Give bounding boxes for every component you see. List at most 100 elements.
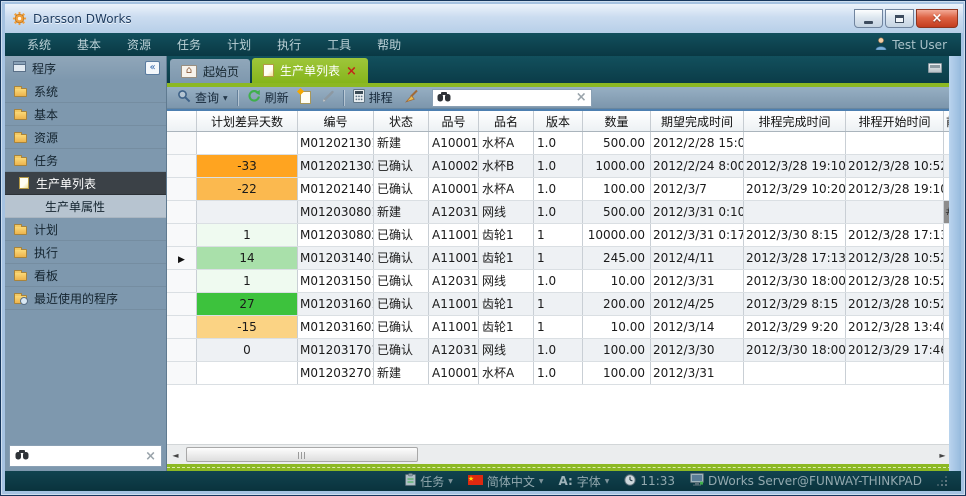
table-row[interactable]: M012021301 新建 A10001 水杯A 1.0 500.00 2012… xyxy=(167,132,951,155)
cell-order-no: M012031701 xyxy=(298,339,374,361)
cell-status: 新建 xyxy=(374,132,429,154)
sidebar-collapse-button[interactable] xyxy=(145,61,160,75)
table-row[interactable]: 1 M012030802 已确认 A11001 齿轮1 1 10000.00 2… xyxy=(167,224,951,247)
cell-quantity: 1000.00 xyxy=(583,155,651,177)
cell-sched-start: 2012/3/28 10:52 xyxy=(846,270,944,292)
tab-close-icon[interactable] xyxy=(346,64,357,78)
minimize-button[interactable] xyxy=(854,9,883,28)
toolbar-separator xyxy=(343,90,344,106)
tab[interactable]: 起始页 xyxy=(170,59,250,83)
cell-due-time: 2012/3/31 xyxy=(651,270,744,292)
font-letter-icon: A: xyxy=(558,474,572,488)
clear-search-icon[interactable] xyxy=(145,450,156,463)
tab-strip: 起始页 生产单列表 xyxy=(167,56,951,83)
column-header[interactable]: 计划差异天数 xyxy=(197,111,298,131)
cell-status: 已确认 xyxy=(374,293,429,315)
cell-status: 已确认 xyxy=(374,270,429,292)
refresh-button[interactable]: 刷新 xyxy=(244,89,292,106)
column-header[interactable]: 版本 xyxy=(534,111,583,131)
cell-sched-start: 2012/3/28 13:40 xyxy=(846,316,944,338)
clean-button[interactable] xyxy=(402,89,421,106)
cell-sched-start: 2012/3/28 10:52 xyxy=(846,155,944,177)
new-order-button[interactable] xyxy=(298,91,313,104)
sidebar-item[interactable]: 计划 xyxy=(5,218,166,241)
column-header[interactable]: 排程开始时间 xyxy=(846,111,944,131)
scroll-right-icon[interactable] xyxy=(935,446,950,464)
item-icon xyxy=(14,111,27,120)
resize-grip[interactable] xyxy=(937,476,947,486)
edit-button[interactable] xyxy=(319,89,337,106)
menu-item[interactable]: 基本 xyxy=(64,36,114,53)
sidebar-search-input[interactable] xyxy=(34,448,140,464)
menu-item[interactable]: 帮助 xyxy=(364,36,414,53)
table-row[interactable]: 1 M012031501 已确认 A12031 网线 1.0 10.00 201… xyxy=(167,270,951,293)
scroll-left-icon[interactable] xyxy=(168,446,183,464)
sidebar-item[interactable]: 资源 xyxy=(5,126,166,149)
table-row[interactable]: -22 M012021401 已确认 A10001 水杯A 1.0 100.00… xyxy=(167,178,951,201)
maximize-button[interactable] xyxy=(885,9,914,28)
task-menu[interactable]: 任务 xyxy=(405,473,453,490)
sidebar-item-label: 执行 xyxy=(34,244,58,261)
binoculars-icon xyxy=(15,449,29,463)
cell-part-name: 齿轮1 xyxy=(479,224,534,246)
column-header[interactable]: 数量 xyxy=(583,111,651,131)
table-row[interactable]: -15 M012031602 已确认 A11001 齿轮1 1 10.00 20… xyxy=(167,316,951,339)
item-icon xyxy=(14,157,27,166)
cell-status: 已确认 xyxy=(374,224,429,246)
column-header[interactable]: 排程完成时间 xyxy=(744,111,846,131)
user-indicator[interactable]: Test User xyxy=(875,37,961,53)
cell-order-no: M012031501 xyxy=(298,270,374,292)
sidebar-item[interactable]: 生产单属性 xyxy=(5,195,166,218)
language-menu[interactable]: 简体中文 xyxy=(468,473,544,490)
sidebar-item[interactable]: 最近使用的程序 xyxy=(5,287,166,310)
column-header[interactable]: 期望完成时间 xyxy=(651,111,744,131)
table-row[interactable]: -33 M012021302 已确认 A10002 水杯B 1.0 1000.0… xyxy=(167,155,951,178)
sidebar-item[interactable]: 任务 xyxy=(5,149,166,172)
table-row[interactable]: M012032701 新建 A10001 水杯A 1.0 100.00 2012… xyxy=(167,362,951,385)
scrollbar-thumb[interactable] xyxy=(186,447,418,462)
table-header-row: 计划差异天数编号状态品号品名版本数量期望完成时间排程完成时间排程开始时间前 xyxy=(167,111,951,132)
table-row[interactable]: 14 M012031402 已确认 A11001 齿轮1 1 245.00 20… xyxy=(167,247,951,270)
tab[interactable]: 生产单列表 xyxy=(252,58,368,83)
menu-item[interactable]: 任务 xyxy=(164,36,214,53)
titlebar[interactable]: Darsson DWorks × xyxy=(5,4,963,33)
sidebar-item[interactable]: 生产单列表 xyxy=(5,172,166,195)
column-header[interactable]: 状态 xyxy=(374,111,429,131)
sidebar-item[interactable]: 看板 xyxy=(5,264,166,287)
table-row[interactable]: 0 M012031701 已确认 A12031 网线 1.0 100.00 20… xyxy=(167,339,951,362)
cell-quantity: 245.00 xyxy=(583,247,651,269)
column-header[interactable]: 品号 xyxy=(429,111,479,131)
cell-quantity: 10.00 xyxy=(583,316,651,338)
horizontal-scrollbar[interactable] xyxy=(167,444,951,464)
query-label: 查询 xyxy=(195,89,219,106)
query-button[interactable]: 查询 xyxy=(174,89,231,106)
menu-item[interactable]: 工具 xyxy=(314,36,364,53)
menu-item[interactable]: 系统 xyxy=(14,36,64,53)
pin-window-icon[interactable] xyxy=(928,63,942,73)
sidebar-item[interactable]: 执行 xyxy=(5,241,166,264)
table-row[interactable]: 27 M012031601 已确认 A11001 齿轮1 1 200.00 20… xyxy=(167,293,951,316)
column-header[interactable]: 品名 xyxy=(479,111,534,131)
menu-item[interactable]: 执行 xyxy=(264,36,314,53)
column-header[interactable] xyxy=(167,111,197,131)
table-row[interactable]: M012030801 新建 A12031 网线 1.0 500.00 2012/… xyxy=(167,201,951,224)
row-indicator xyxy=(167,362,197,384)
language-label: 简体中文 xyxy=(487,473,535,490)
cell-part-name: 水杯A xyxy=(479,178,534,200)
cell-order-no: M012021401 xyxy=(298,178,374,200)
schedule-button[interactable]: 排程 xyxy=(350,89,396,106)
sidebar-item[interactable]: 基本 xyxy=(5,103,166,126)
menu-item[interactable]: 计划 xyxy=(214,36,264,53)
refresh-label: 刷新 xyxy=(265,89,289,106)
sidebar-item[interactable]: 系统 xyxy=(5,80,166,103)
menu-item[interactable]: 资源 xyxy=(114,36,164,53)
cell-sched-start xyxy=(846,362,944,384)
cell-part-no: A12031 xyxy=(429,270,479,292)
font-menu[interactable]: A: 字体 xyxy=(558,473,609,490)
column-header[interactable]: 编号 xyxy=(298,111,374,131)
clear-filter-icon[interactable] xyxy=(576,91,587,104)
close-button[interactable]: × xyxy=(916,9,958,28)
cell-order-no: M012030802 xyxy=(298,224,374,246)
app-window: Darsson DWorks × 系统基本资源任务计划执行工具帮助 Test U… xyxy=(0,0,966,496)
filter-input[interactable] xyxy=(455,90,572,106)
